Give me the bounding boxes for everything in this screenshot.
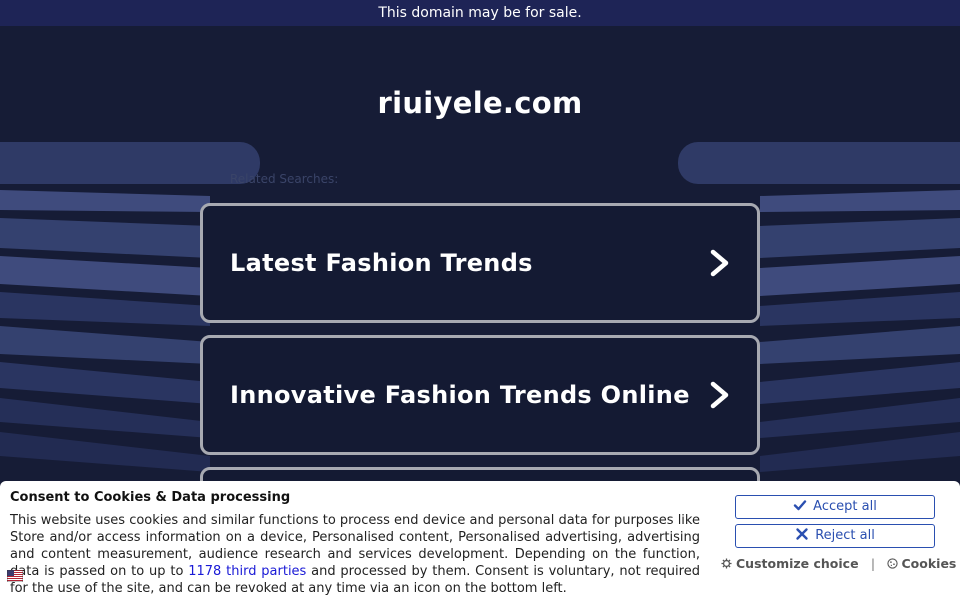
sale-banner[interactable]: This domain may be for sale. [0,0,960,26]
cookies-link[interactable]: Cookies [886,556,957,571]
search-result-card[interactable]: Innovative Fashion Trends Online [200,335,760,455]
chevron-right-icon [710,381,729,409]
search-result-card[interactable]: Latest Fashion Trends [200,203,760,323]
cookie-consent-dialog: Consent to Cookies & Data processing Thi… [0,481,960,600]
reject-all-button[interactable]: Reject all [735,524,935,548]
close-icon [796,528,808,540]
customize-choice-label: Customize choice [736,556,859,571]
flag-icon[interactable] [7,570,23,582]
consent-secondary-links: Customize choice | Cookies [721,556,956,571]
cookies-label: Cookies [901,556,957,571]
gear-icon [721,558,732,569]
sale-banner-text[interactable]: This domain may be for sale. [378,5,581,21]
reject-all-label: Reject all [815,528,875,543]
accept-all-label: Accept all [813,499,877,514]
cookie-icon [886,558,898,569]
search-result-label[interactable]: Innovative Fashion Trends Online [230,338,690,452]
related-searches-label: Related Searches: [230,172,339,186]
chevron-right-icon [710,249,729,277]
consent-title: Consent to Cookies & Data processing [10,490,291,505]
checkmark-icon [793,500,807,511]
customize-choice-link[interactable]: Customize choice [721,556,863,571]
link-separator: | [870,556,876,571]
search-result-label[interactable]: Latest Fashion Trends [230,206,533,320]
consent-description: This website uses cookies and similar fu… [10,512,700,597]
accept-all-button[interactable]: Accept all [735,495,935,519]
domain-title: riuiyele.com [377,86,583,120]
third-parties-link[interactable]: 1178 third parties [188,564,306,579]
